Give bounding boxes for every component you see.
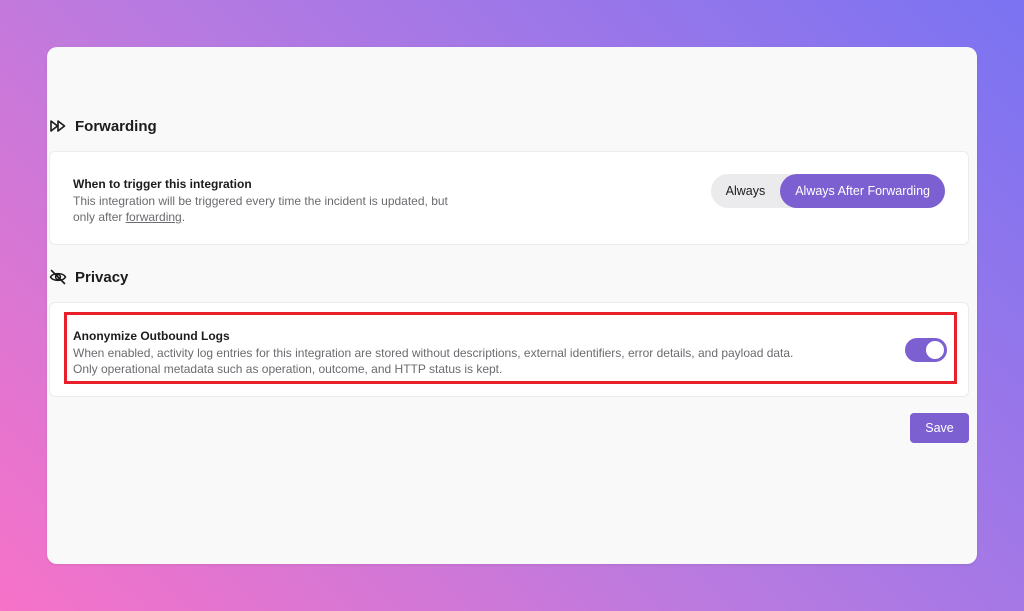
trigger-mode-selector: Always Always After Forwarding	[710, 174, 945, 208]
option-always-after-forwarding[interactable]: Always After Forwarding	[780, 174, 945, 208]
anonymize-toggle[interactable]	[905, 338, 947, 362]
eye-off-icon	[49, 268, 67, 286]
privacy-title: Privacy	[75, 268, 129, 286]
forwarding-link[interactable]: forwarding	[126, 210, 182, 224]
option-always[interactable]: Always	[711, 174, 781, 208]
anonymize-title: Anonymize Outbound Logs	[73, 329, 230, 343]
forwarding-title: Forwarding	[75, 117, 157, 135]
trigger-desc-line1: This integration will be triggered every…	[73, 194, 448, 208]
forwarding-heading: Forwarding	[49, 117, 157, 135]
trigger-description: This integration will be triggered every…	[73, 193, 448, 225]
trigger-title: When to trigger this integration	[73, 177, 252, 191]
anonymize-desc-line1: When enabled, activity log entries for t…	[73, 346, 794, 360]
trigger-desc-line2: only after	[73, 210, 126, 224]
trigger-card: When to trigger this integration This in…	[49, 151, 969, 245]
anonymize-description: When enabled, activity log entries for t…	[73, 345, 793, 377]
fast-forward-icon	[49, 117, 67, 135]
trigger-desc-suffix: .	[181, 210, 186, 224]
privacy-heading: Privacy	[49, 268, 128, 286]
save-button[interactable]: Save	[910, 413, 969, 443]
anonymize-desc-line2: Only operational metadata such as operat…	[73, 362, 503, 376]
anonymize-card: Anonymize Outbound Logs When enabled, ac…	[49, 302, 969, 397]
toggle-knob	[926, 341, 944, 359]
settings-panel: Forwarding When to trigger this integrat…	[47, 47, 977, 564]
